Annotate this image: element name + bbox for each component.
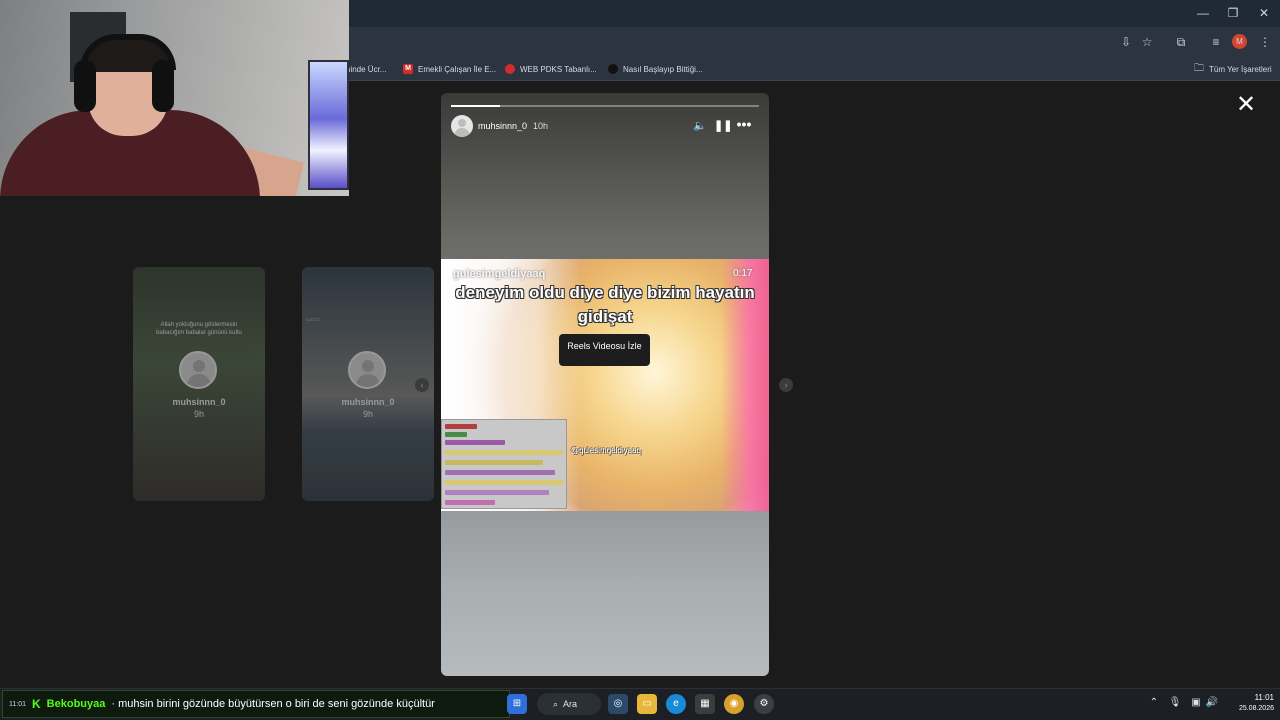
reel-duration: 0:17: [733, 268, 753, 279]
stream-chat-ticker: 11:01 K Bekobuyaa · muhsin birini gözünd…: [2, 690, 510, 718]
side-story-username: muhsinnn_0: [172, 397, 226, 407]
next-story-arrow-icon[interactable]: ›: [779, 378, 793, 392]
tray-overflow-icon[interactable]: ⌃: [1147, 696, 1161, 710]
bookmark-label: ninde Ücr...: [346, 64, 387, 74]
side-story-tag-icon: ▭▭▭: [306, 317, 321, 323]
webcam-pc-case: [308, 60, 349, 190]
bookmark-star-icon[interactable]: ☆: [1138, 33, 1156, 51]
story-user-avatar[interactable]: [451, 115, 473, 137]
pause-icon[interactable]: ❚❚: [714, 119, 732, 133]
volume-icon[interactable]: 🔈: [693, 119, 707, 133]
chrome-icon[interactable]: ◉: [724, 694, 744, 714]
ticker-username: Bekobuyaa: [46, 698, 106, 710]
story-time: 10h: [533, 121, 549, 131]
network-icon[interactable]: ▣: [1189, 696, 1203, 710]
tiktok-favicon-icon: [608, 64, 618, 74]
all-bookmarks-button[interactable]: 🗀 Tüm Yer İşaretleri: [1194, 60, 1272, 78]
install-app-icon[interactable]: ⇩: [1117, 33, 1135, 51]
story-progress-bar: [451, 105, 759, 107]
search-label: Ara: [563, 699, 578, 709]
bookmark-item[interactable]: Nasıl Başlayıp Bittiği...: [608, 60, 703, 78]
edge-browser-icon[interactable]: e: [666, 694, 686, 714]
side-story-username: muhsinnn_0: [341, 397, 395, 407]
reel-chat-overlay: [441, 419, 567, 509]
speaker-icon[interactable]: 🔊: [1205, 696, 1219, 710]
store-icon[interactable]: ▦: [695, 694, 715, 714]
side-story-card[interactable]: Allah yokluğunu göstermesin babacığım ba…: [133, 267, 265, 501]
settings-gear-icon[interactable]: ⚙: [754, 694, 774, 714]
bookmark-item[interactable]: ninde Ücr...: [346, 60, 386, 78]
search-icon: ⌕: [553, 698, 559, 709]
side-story-time: 9h: [362, 409, 373, 419]
copilot-icon[interactable]: ◎: [608, 694, 628, 714]
file-explorer-icon[interactable]: ▭: [637, 694, 657, 714]
close-viewer-button[interactable]: ✕: [1234, 93, 1258, 117]
headphone-right: [152, 60, 174, 112]
taskbar-search-button[interactable]: ⌕ Ara: [537, 693, 601, 715]
bookmark-label: WEB PDKS Tabanlı...: [520, 64, 597, 74]
all-bookmarks-label: Tüm Yer İşaretleri: [1209, 64, 1272, 74]
media-control-icon[interactable]: ≡: [1207, 33, 1225, 51]
minimize-button[interactable]: —: [1192, 4, 1214, 22]
side-story-avatar: [348, 351, 386, 389]
profile-avatar[interactable]: M: [1232, 34, 1247, 49]
taskbar-clock-date[interactable]: 25.08.2026: [1222, 705, 1274, 712]
previous-story-arrow-icon[interactable]: ‹: [415, 378, 429, 392]
ticker-message: · muhsin birini gözünde büyütürsen o bir…: [111, 698, 435, 710]
more-options-icon[interactable]: •••: [735, 117, 753, 131]
watch-reel-button[interactable]: Reels Videosu İzle: [559, 334, 650, 366]
side-story-time: 9h: [193, 409, 204, 419]
main-story[interactable]: muhsinnn_0 10h 🔈 ❚❚ ••• gulesimgeldiyaaq…: [441, 93, 769, 676]
bookmark-favicon-icon: M: [403, 64, 413, 74]
story-username[interactable]: muhsinnn_0: [478, 121, 527, 131]
reel-handle: gulesimgeldiyaaq: [453, 268, 546, 280]
taskbar-clock-time[interactable]: 11:01: [1240, 693, 1274, 702]
side-story-caption: Allah yokluğunu göstermesin babacığım ba…: [156, 322, 242, 336]
side-story-avatar: [179, 351, 217, 389]
kick-logo-icon: K: [32, 697, 41, 711]
ticker-time: 11:01: [9, 700, 26, 708]
restore-button[interactable]: ❐: [1222, 4, 1244, 22]
reel-caption: deneyim oldu diye diye bizim hayatın gid…: [455, 283, 755, 326]
webcam-overlay: [0, 0, 349, 196]
reel-watermark-tag: @gulesimgeldiyaaq: [571, 446, 641, 455]
reel-preview[interactable]: gulesimgeldiyaaq 0:17 deneyim oldu diye …: [441, 259, 769, 511]
bookmark-item[interactable]: M Emekli Çalışan İle E...: [403, 60, 496, 78]
windows-start-icon[interactable]: ⊞: [507, 694, 527, 714]
extensions-icon[interactable]: ⧉: [1172, 33, 1190, 51]
pdks-favicon-icon: [505, 64, 515, 74]
microphone-icon[interactable]: 🎙: [1168, 696, 1182, 710]
bookmark-label: Emekli Çalışan İle E...: [418, 64, 497, 74]
headphone-left: [74, 60, 96, 112]
close-window-button[interactable]: ✕: [1253, 4, 1275, 22]
bookmark-label: Nasıl Başlayıp Bittiği...: [623, 64, 703, 74]
bookmark-item[interactable]: WEB PDKS Tabanlı...: [505, 60, 597, 78]
chrome-menu-icon[interactable]: ⋮: [1256, 33, 1274, 51]
story-progress-fill: [451, 105, 501, 107]
folder-icon: 🗀: [1194, 62, 1204, 74]
